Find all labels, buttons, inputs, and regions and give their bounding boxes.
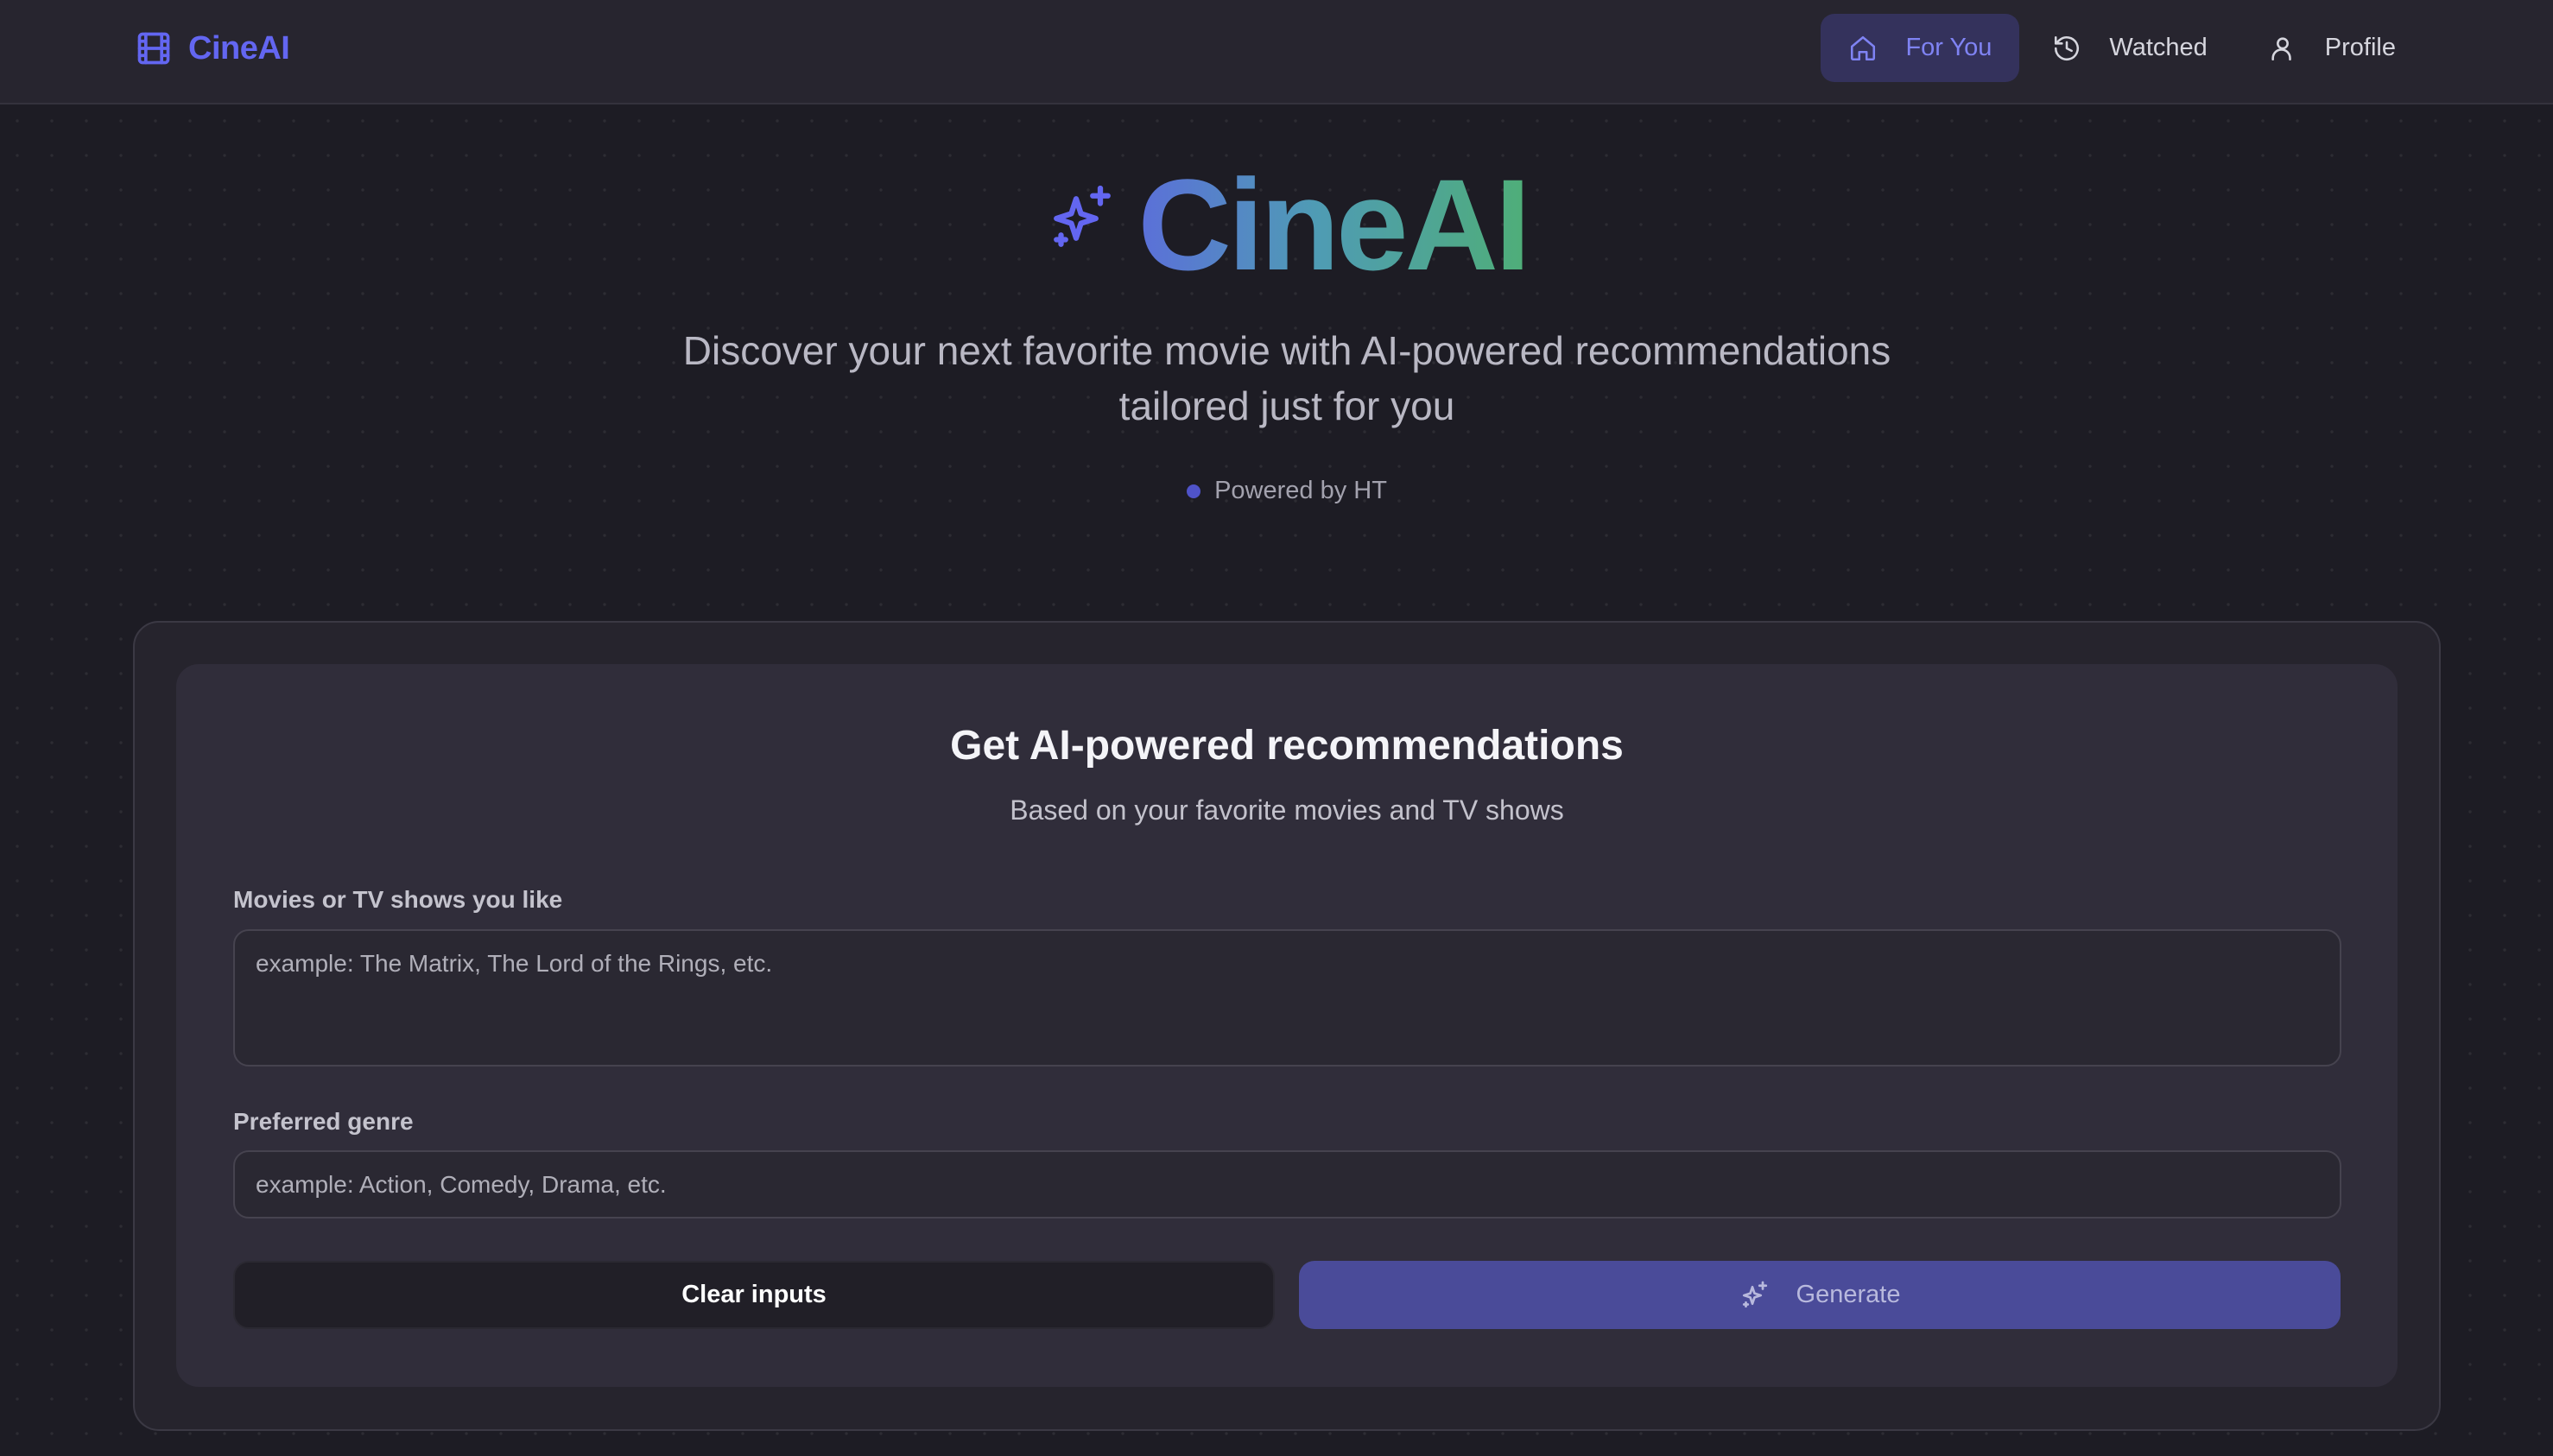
nav-item-label: For You bbox=[1905, 34, 1992, 61]
movies-input[interactable] bbox=[233, 929, 2341, 1067]
clear-inputs-label: Clear inputs bbox=[681, 1281, 827, 1308]
genre-input[interactable] bbox=[233, 1150, 2341, 1219]
user-icon bbox=[2271, 36, 2291, 60]
film-icon bbox=[137, 32, 170, 65]
sparkles-icon bbox=[1054, 185, 1112, 247]
hero-title: CineAI bbox=[1137, 152, 1530, 297]
hero-subtitle-line: Discover your next favorite movie with A… bbox=[682, 328, 1891, 373]
form-title: Get AI-powered recommendations bbox=[950, 723, 1624, 769]
nav-item-profile[interactable]: Profile bbox=[2240, 14, 2423, 82]
hero-subtitle-line: tailored just for you bbox=[1118, 383, 1455, 428]
generate-label: Generate bbox=[1796, 1281, 1901, 1308]
powered-by-badge: Powered by HT bbox=[0, 477, 2553, 505]
nav-item-watched[interactable]: Watched bbox=[2024, 14, 2234, 82]
hero-heading: CineAI bbox=[0, 155, 2553, 294]
form-subtitle: Based on your favorite movies and TV sho… bbox=[1010, 794, 1564, 826]
clear-inputs-button[interactable]: Clear inputs bbox=[233, 1261, 1275, 1329]
hero-subtitle: Discover your next favorite movie with A… bbox=[0, 323, 2553, 434]
sparkles-icon bbox=[1742, 1281, 1767, 1307]
generate-button[interactable]: Generate bbox=[1299, 1261, 2341, 1329]
status-dot-icon bbox=[1187, 484, 1201, 498]
nav-item-label: Profile bbox=[2324, 34, 2396, 61]
genre-field-label: Preferred genre bbox=[233, 1108, 414, 1135]
brand-logo[interactable]: CineAI bbox=[135, 26, 290, 71]
movies-field-label: Movies or TV shows you like bbox=[233, 886, 563, 913]
main-nav: For You Watched Profile bbox=[1815, 14, 2423, 82]
top-navbar: CineAI For You Watched Profile bbox=[0, 0, 2553, 104]
history-icon bbox=[2055, 35, 2080, 60]
nav-item-for-you[interactable]: For You bbox=[1821, 14, 2020, 82]
home-icon bbox=[1851, 35, 1876, 60]
nav-item-label: Watched bbox=[2109, 34, 2208, 61]
brand-name: CineAI bbox=[188, 29, 290, 66]
powered-by-text: Powered by HT bbox=[1214, 477, 1387, 504]
